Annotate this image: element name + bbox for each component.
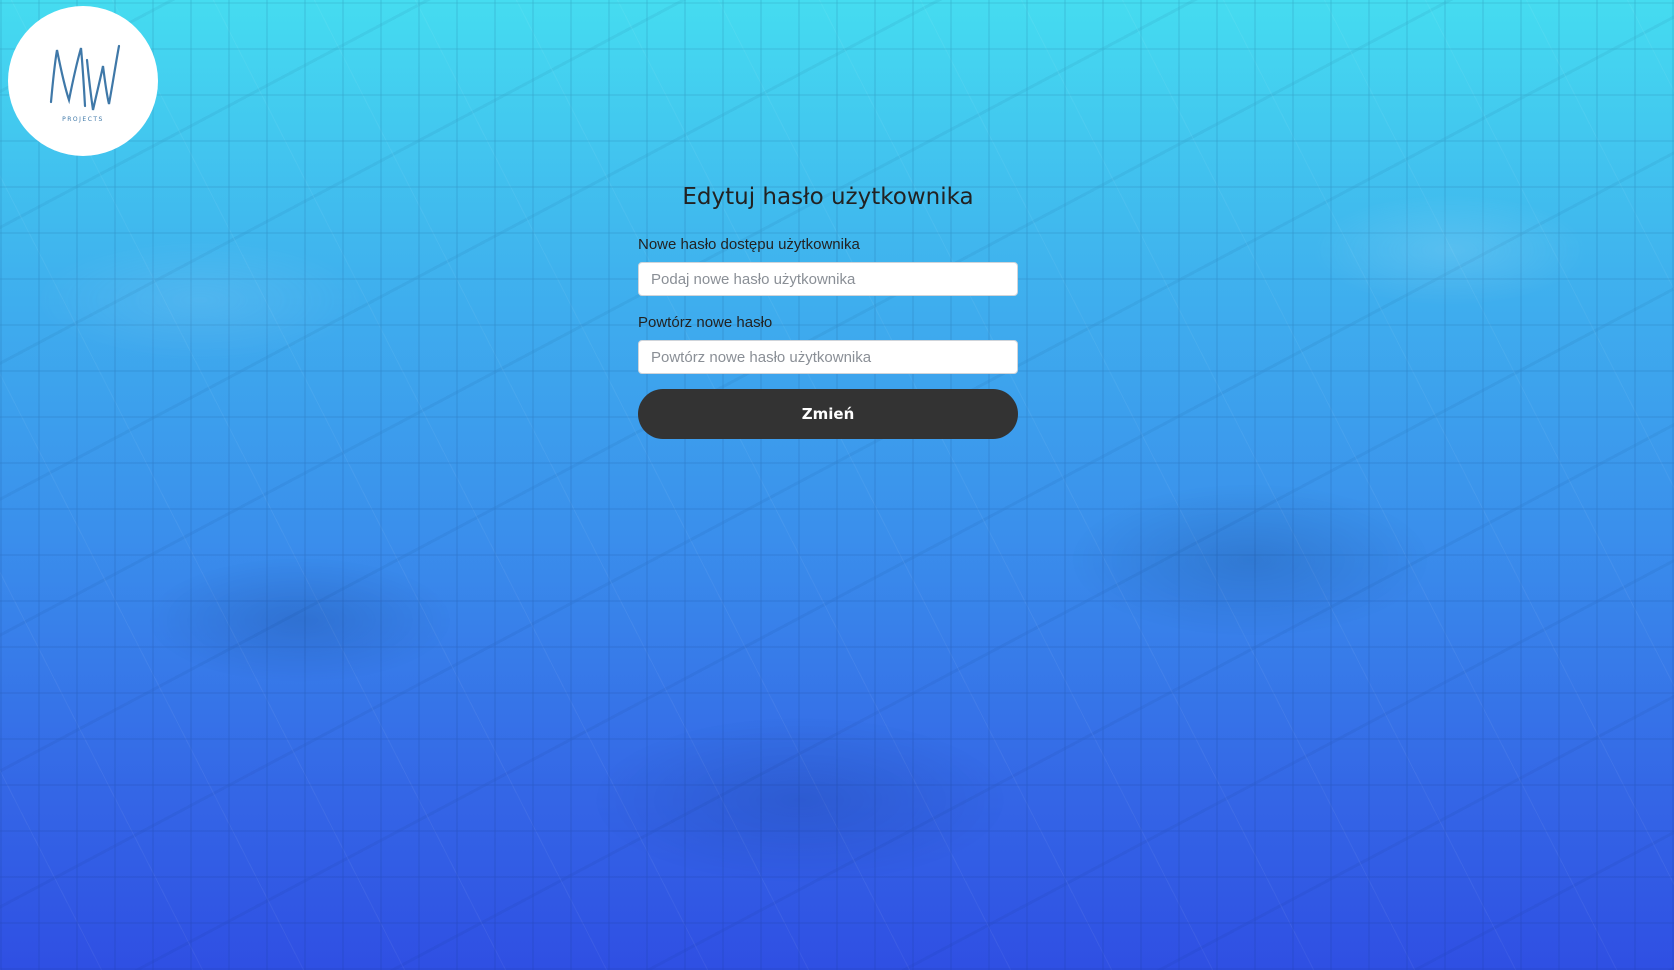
mw-monogram-icon bbox=[49, 44, 121, 110]
repeat-password-label: Powtórz nowe hasło bbox=[638, 314, 773, 331]
new-password-input[interactable] bbox=[638, 262, 1018, 296]
background-photo-overlay bbox=[0, 0, 1674, 970]
background-photo-shading bbox=[0, 0, 1674, 970]
edit-password-form: Edytuj hasło użytkownika Nowe hasło dost… bbox=[638, 178, 1018, 439]
repeat-password-input[interactable] bbox=[638, 340, 1018, 374]
page-title: Edytuj hasło użytkownika bbox=[682, 184, 974, 210]
change-button[interactable]: Zmień bbox=[638, 389, 1018, 439]
logo: PROJECTS bbox=[8, 6, 158, 156]
logo-subtitle: PROJECTS bbox=[62, 115, 104, 123]
new-password-label: Nowe hasło dostępu użytkownika bbox=[638, 236, 860, 253]
